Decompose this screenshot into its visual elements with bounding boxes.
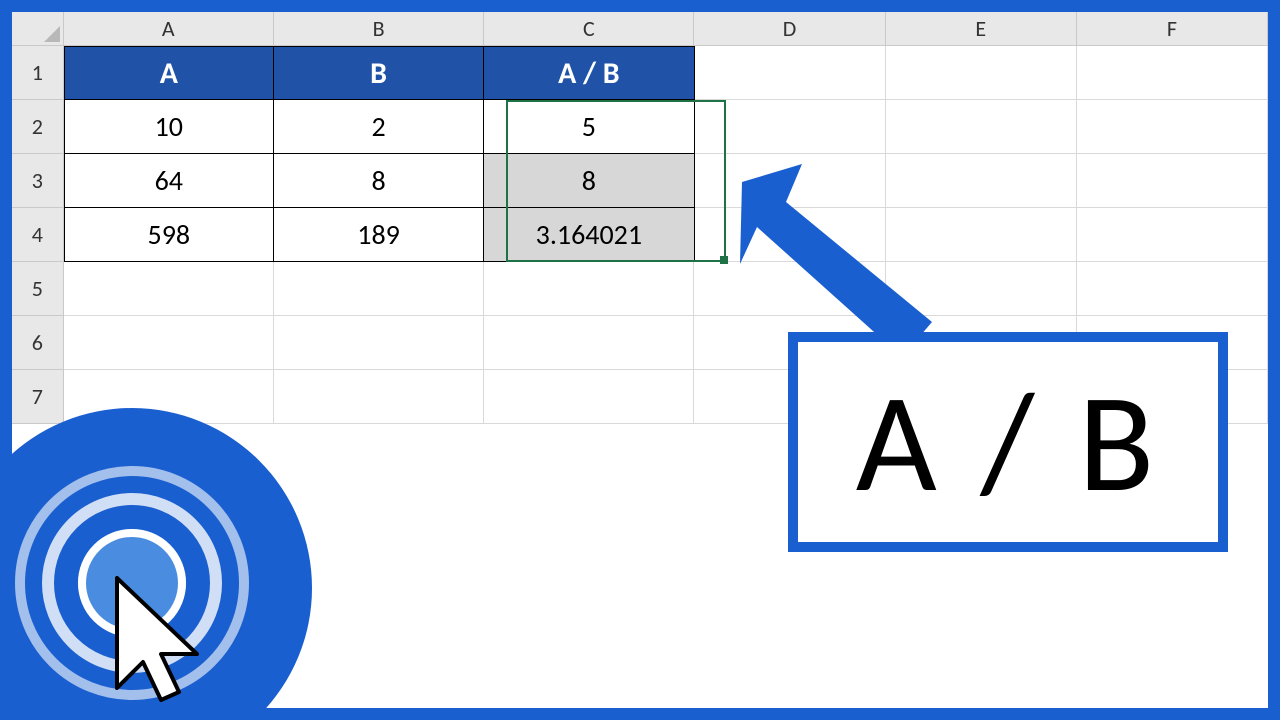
cell-B4[interactable]: 189 <box>274 208 484 262</box>
select-all-corner[interactable] <box>12 12 64 46</box>
cell-C6[interactable] <box>484 316 694 370</box>
row-4: 4 598 189 3.164021 <box>12 208 1268 262</box>
row-5: 5 <box>12 262 1268 316</box>
cell-C5[interactable] <box>484 262 694 316</box>
cell-A2[interactable]: 10 <box>64 100 274 154</box>
cell-F5[interactable] <box>1077 262 1268 316</box>
col-header-B[interactable]: B <box>274 12 484 46</box>
col-header-F[interactable]: F <box>1077 12 1268 46</box>
cell-C4[interactable]: 3.164021 <box>484 208 694 262</box>
cell-D2[interactable] <box>695 100 886 154</box>
column-header-row: A B C D E F <box>12 12 1268 46</box>
brand-logo-icon <box>0 408 312 720</box>
app-frame: A B C D E F 1 A B A / B 2 10 2 <box>0 0 1280 720</box>
cell-A3[interactable]: 64 <box>64 154 274 208</box>
col-header-E[interactable]: E <box>886 12 1077 46</box>
cell-C7[interactable] <box>484 370 694 424</box>
cell-C3[interactable]: 8 <box>484 154 694 208</box>
cell-A1[interactable]: A <box>64 46 274 100</box>
row-header-6[interactable]: 6 <box>12 316 64 370</box>
col-header-C[interactable]: C <box>484 12 694 46</box>
cell-F1[interactable] <box>1077 46 1268 100</box>
cell-E1[interactable] <box>886 46 1077 100</box>
cell-C2[interactable]: 5 <box>484 100 694 154</box>
cell-E2[interactable] <box>886 100 1077 154</box>
row-2: 2 10 2 5 <box>12 100 1268 154</box>
cell-A6[interactable] <box>64 316 274 370</box>
cell-B2[interactable]: 2 <box>274 100 484 154</box>
col-header-A[interactable]: A <box>64 12 274 46</box>
cell-A4[interactable]: 598 <box>64 208 274 262</box>
cell-F4[interactable] <box>1077 208 1268 262</box>
row-1: 1 A B A / B <box>12 46 1268 100</box>
row-header-5[interactable]: 5 <box>12 262 64 316</box>
row-header-4[interactable]: 4 <box>12 208 64 262</box>
cell-B6[interactable] <box>274 316 484 370</box>
cell-F2[interactable] <box>1077 100 1268 154</box>
cell-B5[interactable] <box>274 262 484 316</box>
annotation-callout: A / B <box>788 332 1228 552</box>
col-header-D[interactable]: D <box>694 12 885 46</box>
cell-A5[interactable] <box>64 262 274 316</box>
cell-C1[interactable]: A / B <box>484 46 694 100</box>
row-3: 3 64 8 8 <box>12 154 1268 208</box>
row-header-3[interactable]: 3 <box>12 154 64 208</box>
cell-F3[interactable] <box>1077 154 1268 208</box>
cell-B1[interactable]: B <box>274 46 484 100</box>
cell-D1[interactable] <box>695 46 886 100</box>
cell-B3[interactable]: 8 <box>274 154 484 208</box>
row-header-2[interactable]: 2 <box>12 100 64 154</box>
callout-text: A / B <box>856 357 1161 528</box>
select-all-triangle-icon <box>44 26 60 42</box>
row-header-1[interactable]: 1 <box>12 46 64 100</box>
